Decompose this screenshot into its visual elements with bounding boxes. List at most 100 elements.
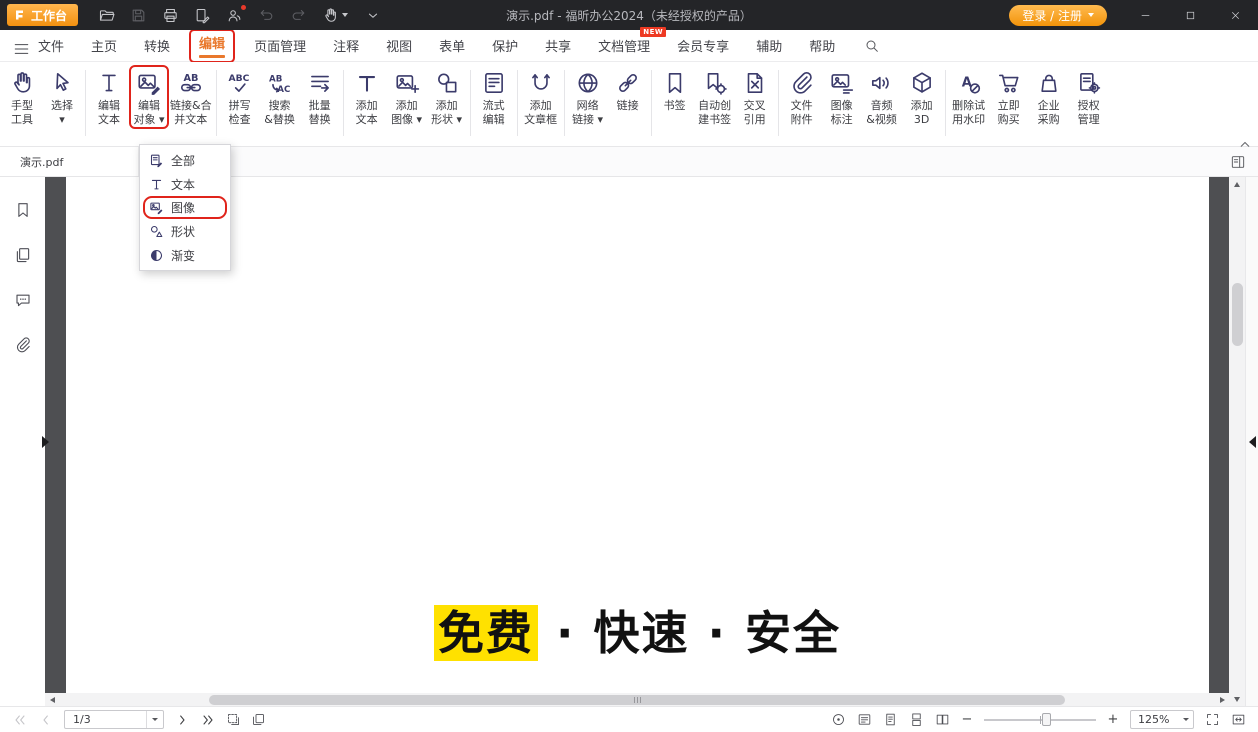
ribbon-batch-replace-button[interactable]: 批量 替换 [300,65,340,129]
menu-file[interactable]: 文件 [38,36,64,55]
ribbon-auto-bookmark-button[interactable]: 自动创 建书签 [695,65,735,129]
minimize-button[interactable] [1123,0,1168,30]
dropdown-item-text[interactable]: 文本 [140,172,230,196]
ribbon-audio-video-button[interactable]: 音频 &视频 [862,65,902,129]
ribbon-label: 手型 工具 [11,99,33,127]
view-options-icon[interactable] [831,712,846,727]
fit-width-button[interactable] [1231,712,1246,727]
zoom-level-select[interactable]: 125% [1130,710,1194,729]
previous-page-button[interactable] [38,712,54,728]
scroll-up-arrow-icon[interactable] [1229,177,1245,191]
facing-pages-icon[interactable] [935,712,950,727]
ribbon-link-button[interactable]: 链接 [608,65,648,115]
tab-comment[interactable]: 注释 [333,36,359,55]
zoom-slider[interactable] [984,712,1096,728]
ribbon-remove-watermark-button[interactable]: A 删除试 用水印 [949,65,989,129]
next-page-button[interactable] [174,712,190,728]
horizontal-scrollbar[interactable] [45,693,1229,706]
ribbon-file-attachment-button[interactable]: 文件 附件 [782,65,822,129]
ribbon-hand-tool-button[interactable]: 手型 工具 [2,65,42,129]
ribbon-edit-object-button[interactable]: 编辑 对象 ▾ [129,65,169,129]
ribbon-image-annotation-button[interactable]: 图像 标注 [822,65,862,129]
login-register-button[interactable]: 登录 / 注册 [1009,5,1107,26]
tab-share[interactable]: 共享 [545,36,571,55]
tab-document-management[interactable]: 文档管理 NEW [598,36,650,55]
close-button[interactable] [1213,0,1258,30]
tab-view[interactable]: 视图 [386,36,412,55]
quick-access-chevron-icon[interactable] [363,7,383,24]
zoom-out-button[interactable]: − [961,713,973,726]
redo-icon[interactable] [290,7,307,24]
hand-mode-selector[interactable] [322,7,348,24]
ribbon-add-article-box-button[interactable]: 添加 文章框 [521,65,561,129]
reading-mode-icon[interactable] [857,712,872,727]
tab-page-management[interactable]: 页面管理 [254,36,306,55]
ribbon-license-manage-button[interactable]: 授权 管理 [1069,65,1109,129]
dropdown-item-shape[interactable]: 形状 [140,219,230,243]
sign-document-icon[interactable] [194,7,211,24]
ribbon-add-image-button[interactable]: 添加 图像 ▾ [387,65,427,129]
pages-panel-icon[interactable] [14,246,32,264]
tab-form[interactable]: 表单 [439,36,465,55]
continuous-page-icon[interactable] [909,712,924,727]
ribbon-spell-check-button[interactable]: ABC 拼写 检查 [220,65,260,129]
bookmarks-panel-icon[interactable] [14,201,32,219]
tab-help[interactable]: 帮助 [809,36,835,55]
zoom-slider-thumb[interactable] [1042,713,1051,726]
ribbon-buy-now-button[interactable]: 立即 购买 [989,65,1029,129]
dropdown-item-gradient[interactable]: 渐变 [140,243,230,267]
tab-member-exclusive[interactable]: 会员专享 [677,36,729,55]
scroll-down-arrow-icon[interactable] [1229,692,1245,706]
open-file-icon[interactable] [98,7,115,24]
last-page-button[interactable] [200,712,216,728]
tab-home[interactable]: 主页 [91,36,117,55]
ribbon-bookmark-button[interactable]: 书签 [655,65,695,115]
ribbon-collapse-icon[interactable] [1239,133,1251,141]
ribbon-add-shape-button[interactable]: 添加 形状 ▾ [427,65,467,129]
share-collab-icon[interactable] [226,7,243,24]
sidebar-expand-handle[interactable] [42,436,49,448]
ribbon-edit-text-button[interactable]: 编辑 文本 [89,65,129,129]
ribbon-search-replace-button[interactable]: ABAC 搜索 &替换 [260,65,300,129]
attachments-panel-icon[interactable] [14,336,32,354]
scroll-left-arrow-icon[interactable] [45,693,59,706]
ribbon-add-text-button[interactable]: 添加 文本 [347,65,387,129]
first-page-button[interactable] [12,712,28,728]
zoom-in-button[interactable]: + [1107,713,1119,726]
ribbon-web-link-button[interactable]: 网络 链接 ▾ [568,65,608,129]
snapshot-icon[interactable] [226,712,241,727]
maximize-button[interactable] [1168,0,1213,30]
tab-edit[interactable]: 编辑 [199,33,225,52]
ribbon-link-merge-text-button[interactable]: AB 链接&合 并文本 [169,65,213,129]
hamburger-menu-icon[interactable] [14,40,29,52]
page-number-select[interactable]: 1/3 [64,710,164,729]
copy-page-icon[interactable] [251,712,266,727]
horizontal-scroll-thumb[interactable] [209,695,1064,705]
vertical-scroll-thumb[interactable] [1232,283,1243,346]
vertical-scrollbar[interactable] [1229,177,1245,706]
panel-toggle-icon[interactable] [1230,154,1246,170]
single-page-icon[interactable] [883,712,898,727]
dropdown-item-image[interactable]: 图像 [143,196,227,219]
tab-assist[interactable]: 辅助 [756,36,782,55]
fullscreen-button[interactable] [1205,712,1220,727]
tab-convert[interactable]: 转换 [144,36,170,55]
pdf-page[interactable]: 免费 · 快速 · 安全 [66,177,1209,693]
tab-protect[interactable]: 保护 [492,36,518,55]
right-panel-expand-handle[interactable] [1249,436,1256,448]
ribbon-enterprise-purchase-button[interactable]: 企业 采购 [1029,65,1069,129]
ribbon-add-3d-button[interactable]: 添加 3D [902,65,942,129]
horizontal-scroll-track[interactable] [59,693,1215,706]
print-icon[interactable] [162,7,179,24]
ribbon-flow-edit-button[interactable]: 流式 编辑 [474,65,514,129]
save-icon[interactable] [130,7,147,24]
ribbon-select-button[interactable]: 选择 ▾ [42,65,82,129]
document-tab[interactable]: 演示.pdf [0,147,139,176]
search-icon[interactable] [864,38,880,54]
dropdown-item-all[interactable]: 全部 [140,148,230,172]
scroll-right-arrow-icon[interactable] [1215,693,1229,706]
undo-icon[interactable] [258,7,275,24]
ribbon-cross-reference-button[interactable]: 交叉 引用 [735,65,775,129]
workspace-button[interactable]: 工作台 [7,4,78,26]
comments-panel-icon[interactable] [14,291,32,309]
